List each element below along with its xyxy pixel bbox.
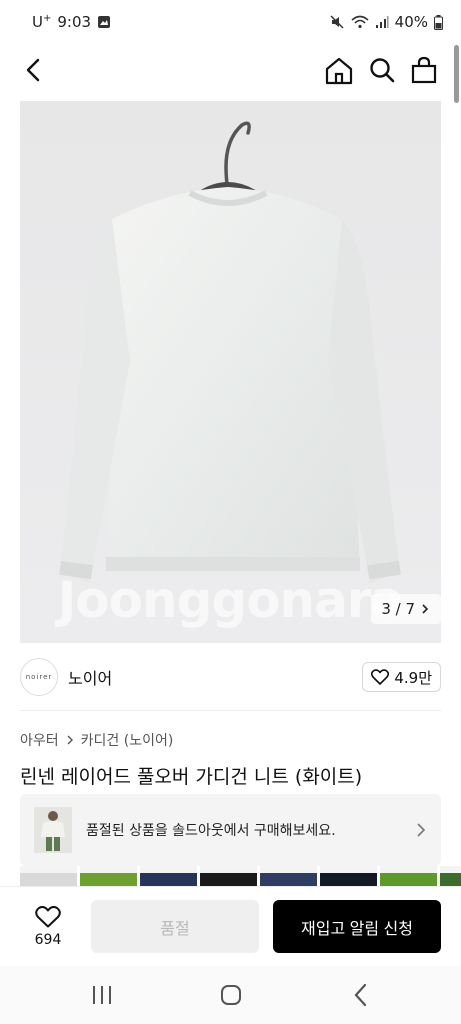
shopping-bag-icon[interactable] [410,56,438,84]
home-button-icon[interactable] [220,984,242,1006]
status-bar: U+ 9:03 40% [0,0,461,44]
top-navigation [0,44,461,98]
divider [20,710,441,711]
wifi-icon [351,15,369,29]
chevron-right-icon [417,823,426,837]
heart-icon [371,669,390,685]
recent-apps-icon[interactable] [90,984,114,1006]
breadcrumb-category[interactable]: 아우터 [20,730,59,750]
bottom-action-bar: 694 품절 재입고 알림 신청 [0,886,461,966]
mute-icon [330,15,344,29]
related-product-thumbnail[interactable] [260,866,317,886]
product-title: 린넨 레이어드 풀오버 가디건 니트 (화이트) [20,766,363,788]
restock-alert-button[interactable]: 재입고 알림 신청 [273,900,441,953]
system-back-icon[interactable] [350,982,372,1008]
heart-icon [35,905,61,927]
related-products-strip[interactable] [20,866,461,886]
breadcrumb: 아우터 카디건 (노이어) [20,730,173,750]
signal-icon [375,16,389,28]
product-image-gallery[interactable]: Joonggonara 3 / 7 [20,101,441,643]
brand-like-button[interactable]: 4.9만 [362,662,441,692]
search-icon[interactable] [368,56,396,84]
related-product-thumbnail[interactable] [200,866,257,886]
product-image [59,121,401,583]
brand-row: noirer 노이어 4.9만 [20,656,441,698]
related-product-thumbnail[interactable] [320,866,377,886]
carrier-label: U+ [32,13,52,31]
related-product-thumbnail[interactable] [440,866,461,886]
brand-like-count: 4.9만 [394,668,432,687]
soldout-thumbnail [34,807,72,853]
chevron-right-icon [422,604,429,614]
brand-logo[interactable]: noirer [20,658,58,696]
image-counter[interactable]: 3 / 7 [371,594,441,624]
wishlist-button[interactable]: 694 [20,905,76,948]
chevron-right-icon [67,735,73,745]
home-icon[interactable] [324,56,354,86]
system-navigation-bar [0,966,461,1024]
wishlist-count: 694 [34,931,62,948]
clock: 9:03 [57,13,92,31]
related-product-thumbnail[interactable] [380,866,437,886]
breadcrumb-subcategory[interactable]: 카디건 (노이어) [81,730,174,750]
battery-icon [434,14,443,30]
brand-name[interactable]: 노이어 [68,665,112,689]
gallery-notification-icon [98,16,111,28]
soldout-banner[interactable]: 품절된 상품을 솔드아웃에서 구매해보세요. [20,794,441,866]
related-product-thumbnail[interactable] [20,866,77,886]
soldout-button: 품절 [91,900,259,953]
back-icon[interactable] [20,56,48,84]
related-product-thumbnail[interactable] [80,866,137,886]
soldout-banner-text: 품절된 상품을 솔드아웃에서 구매해보세요. [86,823,336,839]
battery-percent: 40% [394,13,428,31]
related-product-thumbnail[interactable] [140,866,197,886]
